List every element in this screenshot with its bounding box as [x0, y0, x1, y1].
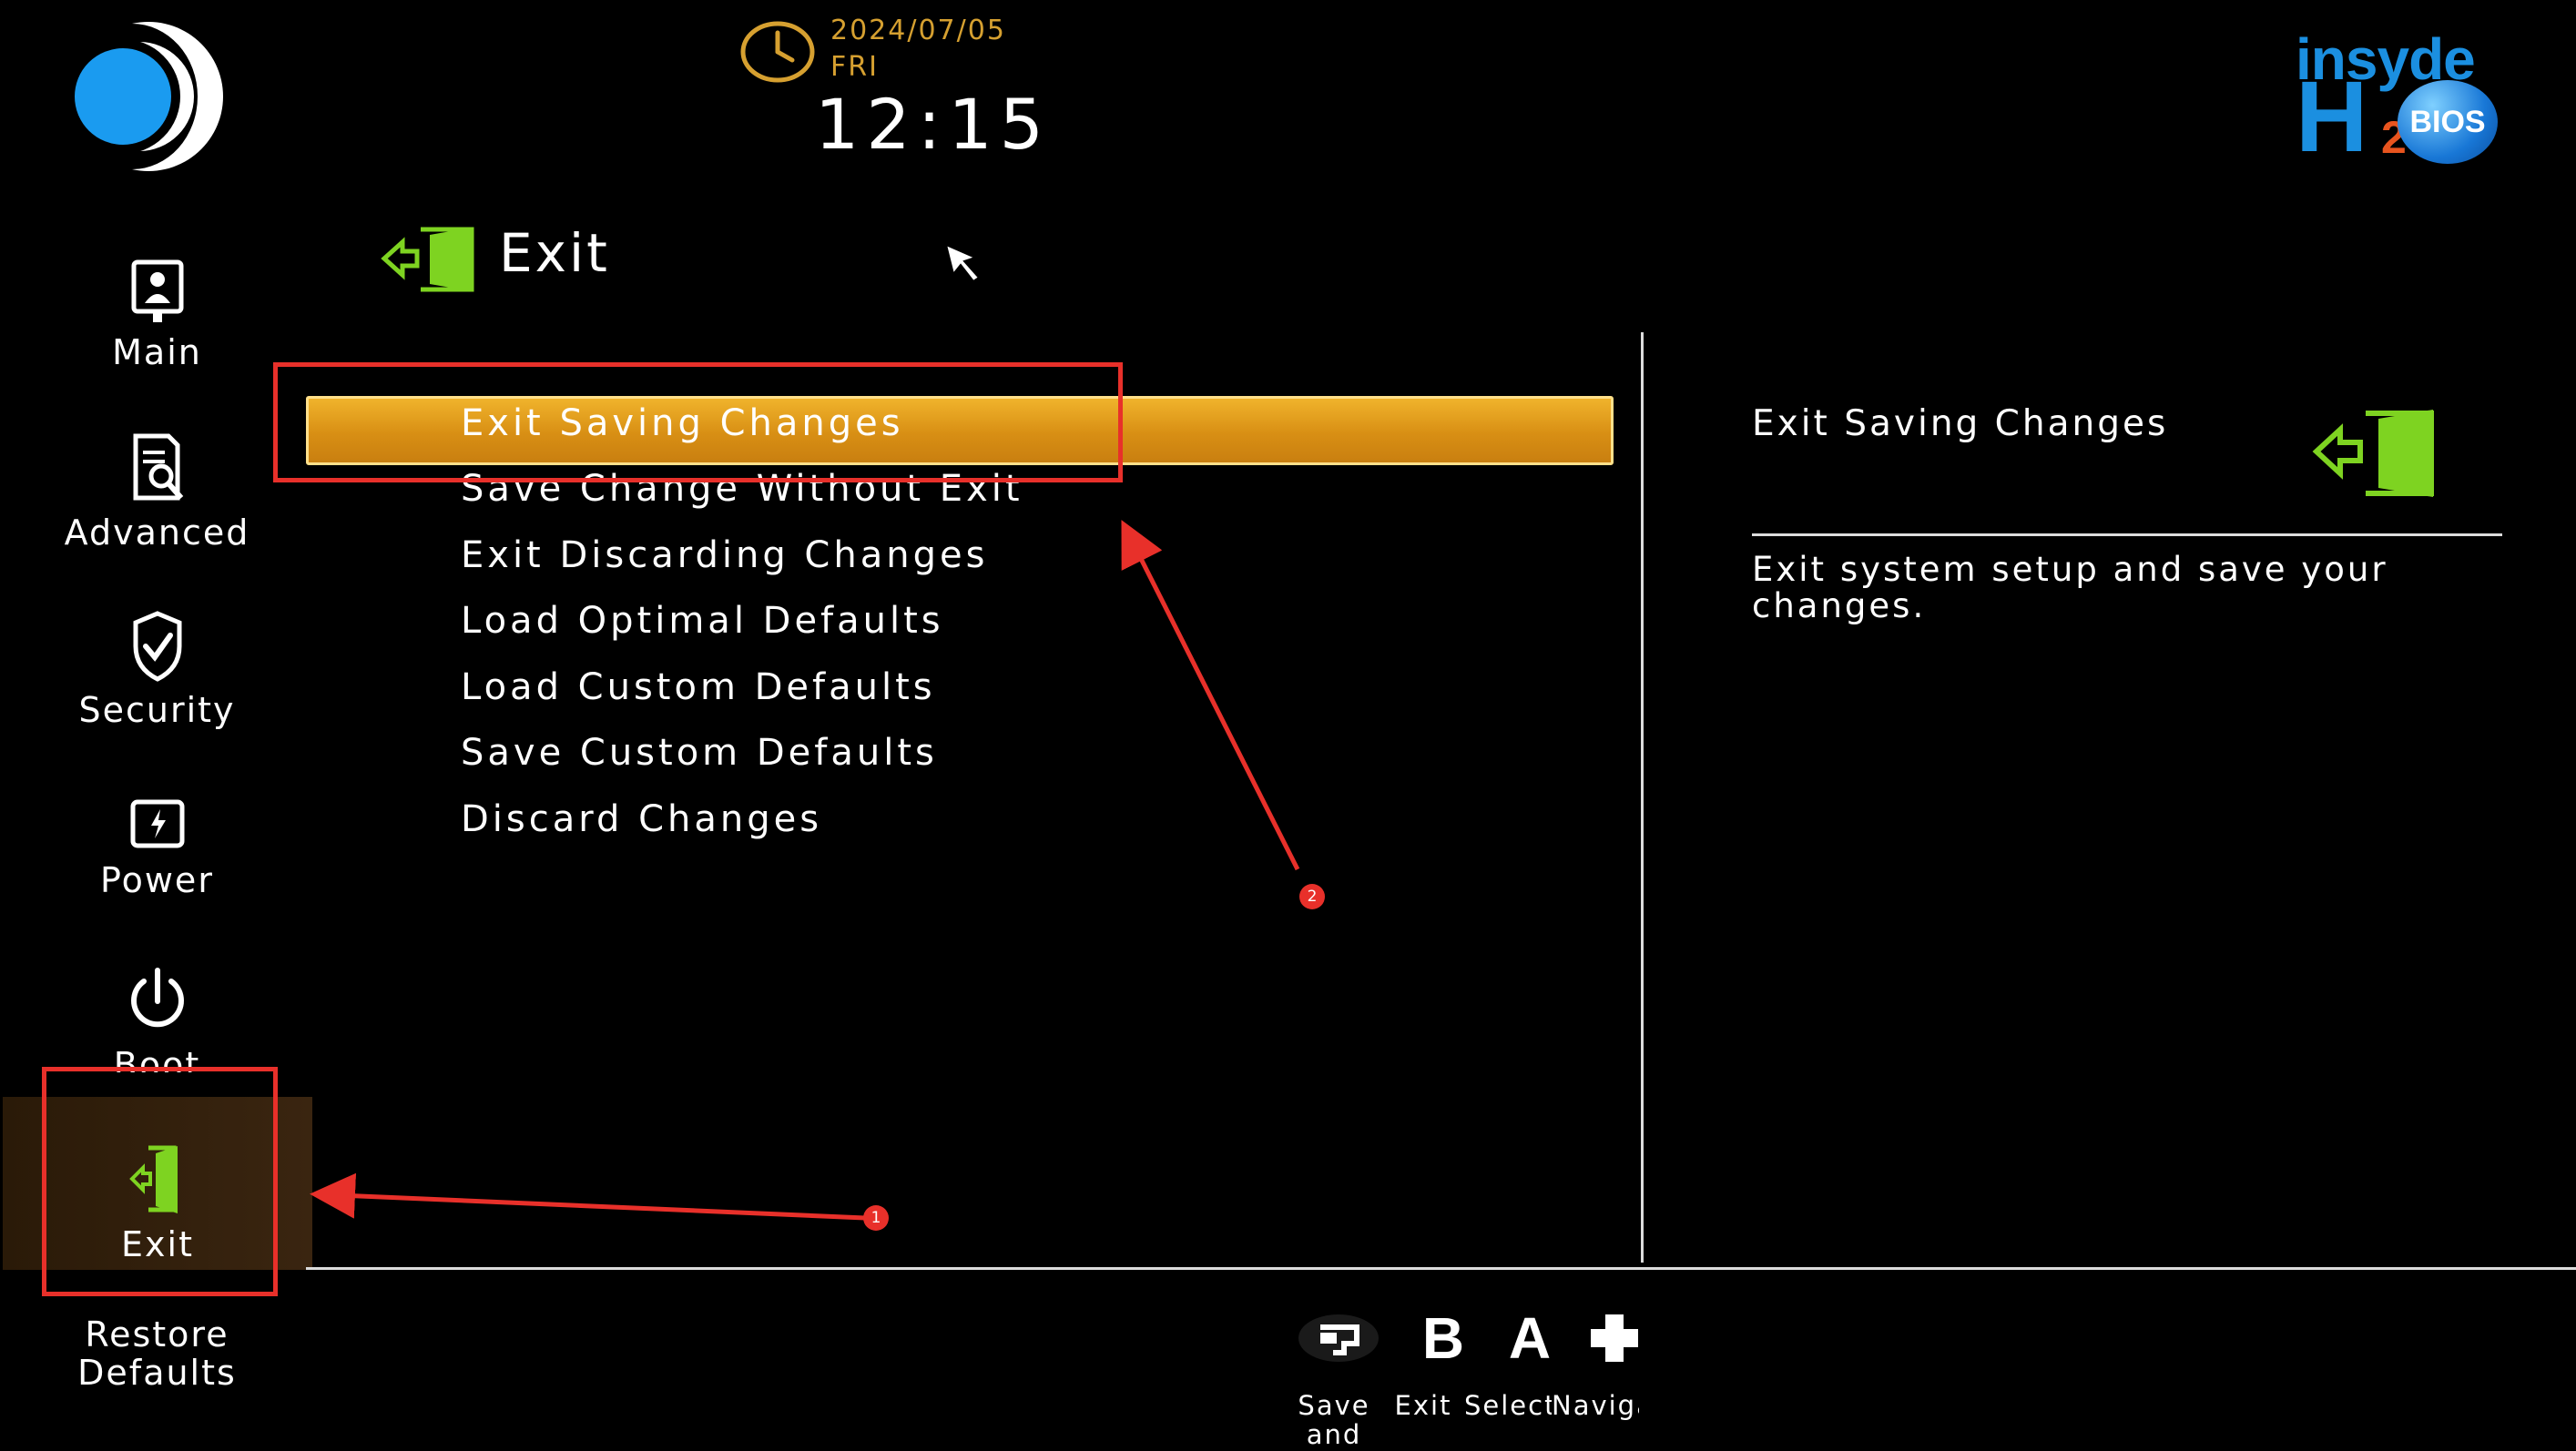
brand-h-letter: H [2296, 61, 2368, 173]
sidebar-item-label: Power [100, 860, 214, 900]
annotation-badge-1: 1 [863, 1205, 889, 1231]
main-icon [131, 259, 183, 322]
key-exit[interactable]: B [1398, 1302, 1489, 1375]
oem-logo [68, 21, 224, 171]
help-divider [1752, 533, 2502, 536]
restore-line-1: Restore [85, 1314, 229, 1355]
key-navigate[interactable] [1569, 1302, 1660, 1375]
key-save[interactable] [1293, 1302, 1384, 1375]
shield-icon [133, 611, 181, 682]
key-save-label: Save and [1298, 1391, 1370, 1450]
brand-bios-text: BIOS [2409, 104, 2486, 139]
sidebar-item-restore-defaults[interactable]: Restore Defaults [0, 1315, 314, 1392]
sidebar-item-power[interactable]: Power [0, 797, 314, 900]
header-time: 12:15 [815, 84, 1052, 165]
annotation-arrow-2 [1121, 520, 1300, 871]
clock-icon [740, 21, 815, 83]
help-title: Exit Saving Changes [1752, 403, 2169, 444]
help-description: Exit system setup and save your changes. [1752, 550, 2388, 625]
mouse-cursor-icon [944, 243, 981, 283]
exit-door-icon [381, 227, 474, 292]
advanced-icon [133, 433, 183, 501]
header-weekday: FRI [830, 51, 879, 83]
key-select[interactable]: A [1484, 1302, 1575, 1375]
sidebar-item-boot[interactable]: Boot [0, 965, 314, 1072]
sidebar-item-security[interactable]: Security [0, 610, 314, 730]
annotation-box-exit-tab [42, 1067, 278, 1296]
key-exit-label: Exit [1394, 1391, 1452, 1421]
pane-divider [1641, 332, 1644, 1263]
annotation-box-menu [273, 362, 1123, 482]
insyde-h2o-bios-logo: insyde H 2 BIOS [2290, 25, 2509, 171]
menu-item-load-optimal-defaults[interactable]: Load Optimal Defaults [461, 600, 944, 642]
sidebar-item-label: Advanced [64, 512, 250, 553]
page-title: Exit [499, 222, 610, 284]
sidebar-item-main[interactable]: Main [0, 259, 314, 372]
dpad-icon [1591, 1314, 1638, 1362]
sidebar-item-label: Security [78, 690, 236, 730]
power-settings-icon [130, 799, 184, 848]
sidebar-item-advanced[interactable]: Advanced [0, 432, 314, 553]
save-key-icon [1298, 1314, 1379, 1362]
annotation-badge-2: 2 [1299, 884, 1325, 909]
annotation-arrow-1 [310, 1172, 866, 1221]
menu-item-save-custom-defaults[interactable]: Save Custom Defaults [461, 732, 938, 774]
sidebar-item-label: Main [112, 332, 202, 372]
restore-line-2: Defaults [77, 1353, 237, 1393]
menu-item-exit-discarding-changes[interactable]: Exit Discarding Changes [461, 534, 988, 576]
power-button-icon [130, 968, 184, 1028]
key-select-label: Select [1464, 1391, 1552, 1421]
annotation-arrows [310, 520, 1300, 1221]
menu-item-load-custom-defaults[interactable]: Load Custom Defaults [461, 666, 936, 708]
key-b-glyph: B [1421, 1305, 1465, 1371]
key-a-glyph: A [1508, 1305, 1552, 1371]
brand-bios-globe: BIOS [2398, 80, 2498, 164]
menu-item-discard-changes[interactable]: Discard Changes [461, 798, 822, 840]
key-navigate-label: Navigati [1552, 1391, 1639, 1421]
footer-divider [306, 1267, 2576, 1270]
header-date: 2024/07/05 [830, 15, 1006, 46]
exit-door-icon [2312, 410, 2434, 497]
